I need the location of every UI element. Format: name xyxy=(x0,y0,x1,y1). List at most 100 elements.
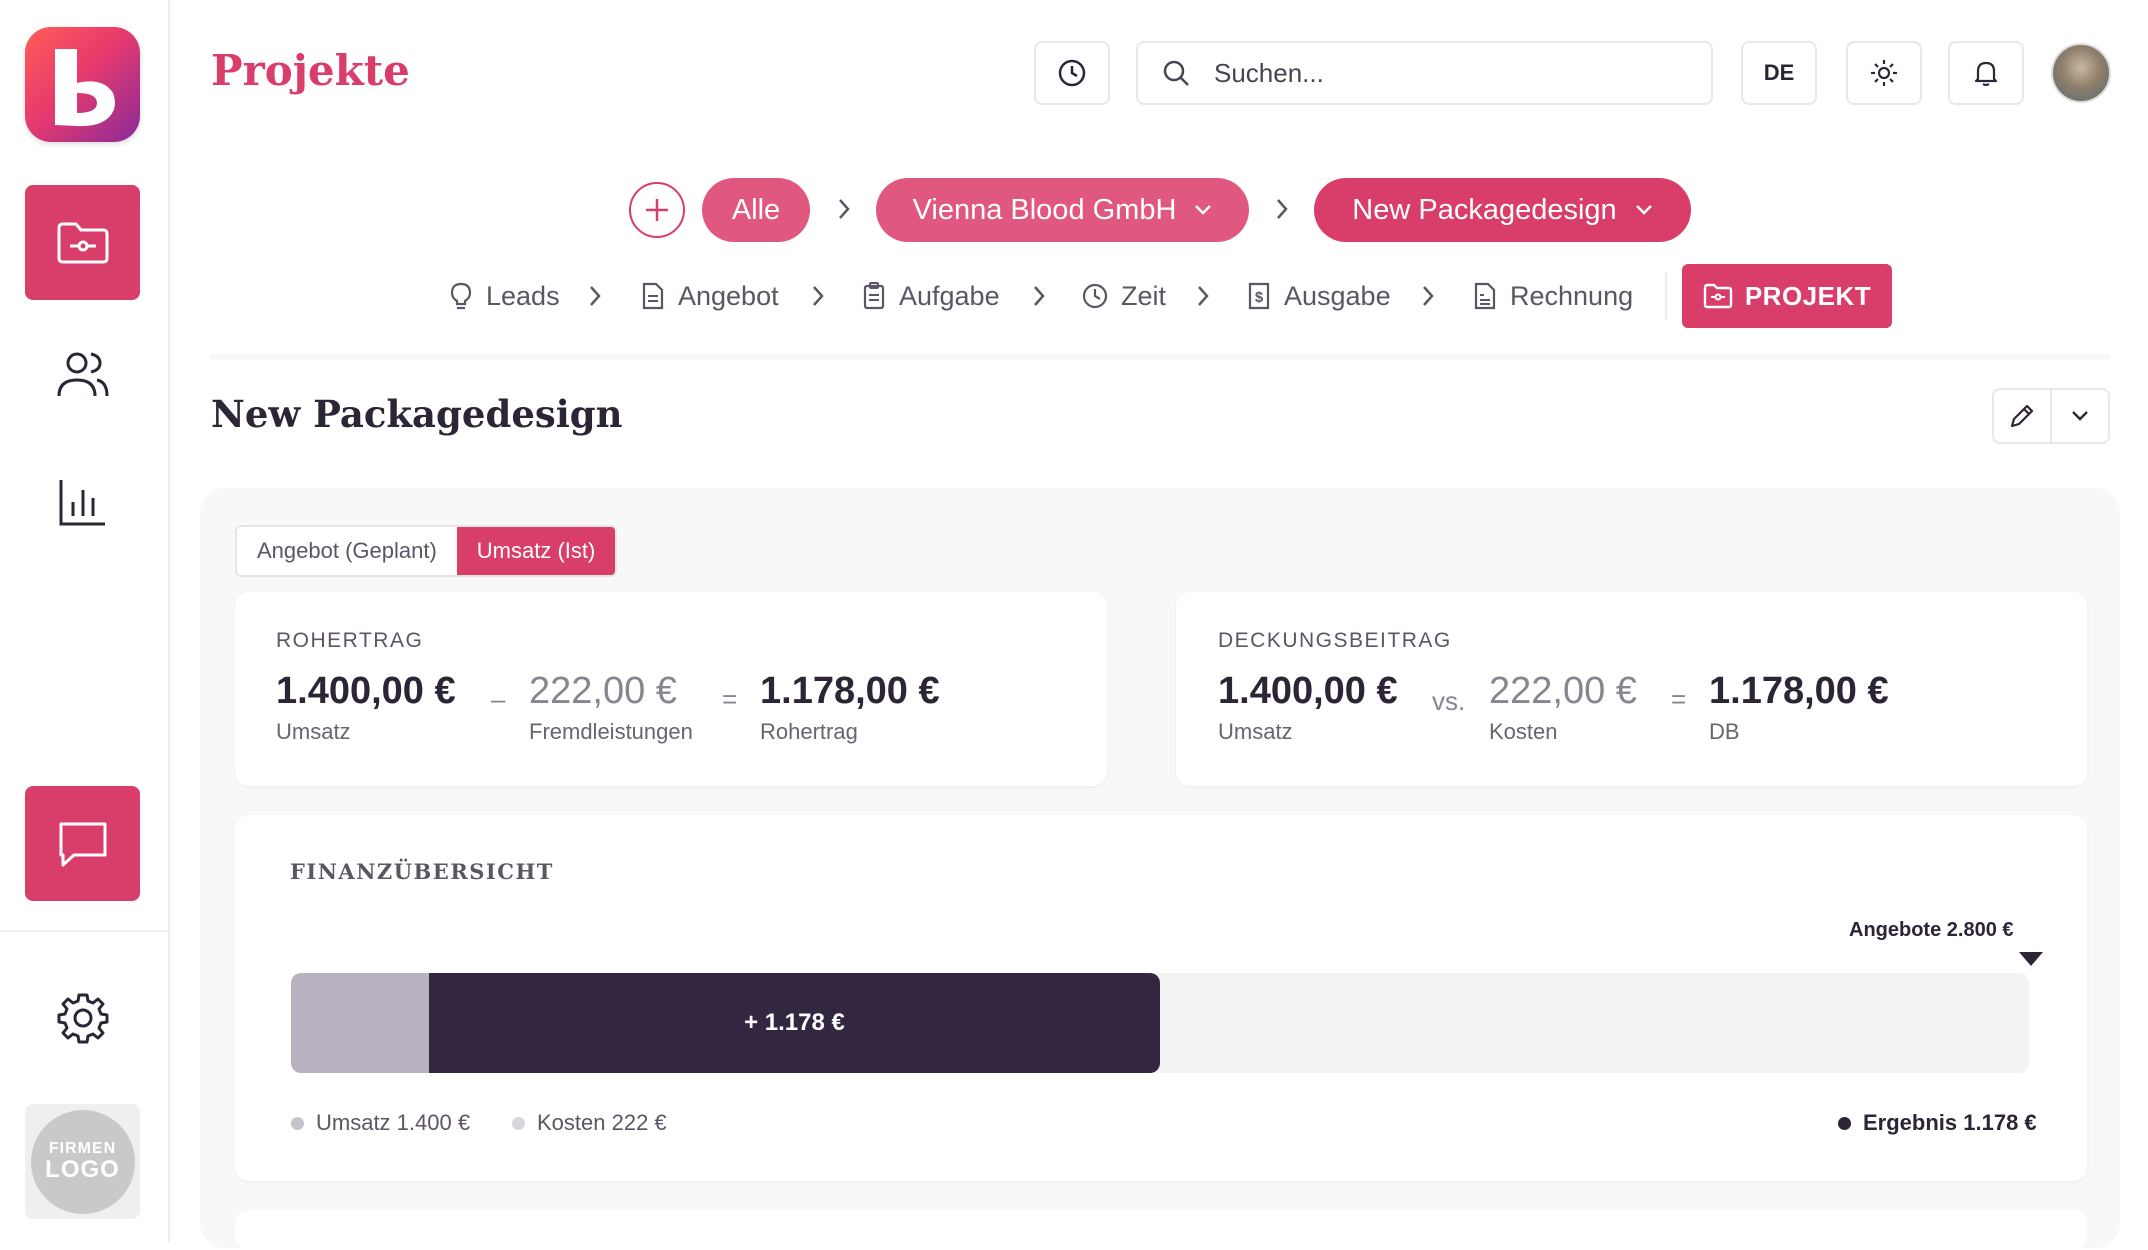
history-button[interactable] xyxy=(1034,41,1110,105)
db-result-label: DB xyxy=(1709,719,1740,744)
chevron-right-icon xyxy=(1034,286,1045,306)
step-rechnung-label: Rechnung xyxy=(1510,280,1634,311)
rohertrag-result-label: Rohertrag xyxy=(760,719,858,744)
sidebar-item-projects[interactable] xyxy=(25,185,140,300)
users-icon xyxy=(57,352,108,396)
sidebar-item-reports[interactable] xyxy=(25,444,140,559)
step-rechnung[interactable]: Rechnung xyxy=(1472,278,1633,314)
step-zeit[interactable]: Zeit xyxy=(1081,278,1166,314)
sidebar-item-chat[interactable] xyxy=(25,786,140,901)
bar-result-segment: + 1.178 € xyxy=(429,973,1160,1073)
tab-umsatz-ist[interactable]: Umsatz (Ist) xyxy=(456,527,616,575)
firm-logo-line2: LOGO xyxy=(45,1155,120,1183)
language-button[interactable]: DE xyxy=(1741,41,1817,105)
legend-kosten: Kosten 222 € xyxy=(512,1110,667,1136)
invoice-icon xyxy=(1474,282,1496,310)
projekt-button-label: PROJEKT xyxy=(1744,280,1872,311)
db-umsatz: 1.400,00 € Umsatz xyxy=(1218,670,1398,745)
rohertrag-umsatz-label: Umsatz xyxy=(276,719,351,744)
breadcrumb-all[interactable]: Alle xyxy=(702,178,810,242)
chevron-right-icon xyxy=(813,286,824,306)
breadcrumb-project-label: New Packagedesign xyxy=(1352,193,1617,226)
page-title: Projekte xyxy=(211,46,410,95)
sidebar: FIRMEN LOGO xyxy=(0,0,170,1242)
db-kosten-value: 222,00 € xyxy=(1489,670,1637,712)
rohertrag-fremd: 222,00 € Fremdleistungen xyxy=(529,670,693,745)
step-leads[interactable]: Leads xyxy=(448,278,560,314)
plus-icon xyxy=(646,199,668,221)
header-divider xyxy=(211,354,2109,360)
projekt-button[interactable]: PROJEKT xyxy=(1682,264,1892,328)
chevron-down-icon xyxy=(2072,411,2088,421)
language-label: DE xyxy=(1763,60,1795,85)
legend-result: Ergebnis 1.178 € xyxy=(1838,1110,2037,1136)
sidebar-item-contacts[interactable] xyxy=(25,316,140,431)
deckungsbeitrag-label: DECKUNGSBEITRAG xyxy=(1218,629,1452,652)
pencil-icon xyxy=(2010,404,2034,428)
angebote-marker xyxy=(2019,952,2043,966)
tab-angebot-geplant[interactable]: Angebot (Geplant) xyxy=(237,527,457,575)
folder-icon xyxy=(57,222,108,263)
bell-icon xyxy=(1974,61,1998,87)
breadcrumb-project[interactable]: New Packagedesign xyxy=(1314,178,1691,242)
minus-operator: – xyxy=(491,684,506,714)
steps-divider xyxy=(1665,272,1667,320)
project-actions xyxy=(1992,388,2110,444)
firm-logo-badge: FIRMEN LOGO xyxy=(30,1109,135,1214)
notifications-button[interactable] xyxy=(1948,41,2024,105)
bar-cost-segment xyxy=(291,973,429,1073)
rohertrag-umsatz-value: 1.400,00 € xyxy=(276,670,456,712)
more-actions-button[interactable] xyxy=(2050,390,2108,442)
search-icon xyxy=(1163,60,1189,86)
legend-umsatz: Umsatz 1.400 € xyxy=(291,1110,470,1136)
gear-icon xyxy=(57,993,108,1043)
edit-button[interactable] xyxy=(1994,390,2050,442)
step-ausgabe-label: Ausgabe xyxy=(1284,280,1391,311)
firm-logo[interactable]: FIRMEN LOGO xyxy=(25,1104,140,1219)
breadcrumb-all-label: Alle xyxy=(731,193,781,226)
app-logo[interactable] xyxy=(25,27,140,142)
step-zeit-label: Zeit xyxy=(1121,280,1167,311)
rohertrag-fremd-label: Fremdleistungen xyxy=(529,719,693,744)
step-angebot[interactable]: Angebot xyxy=(640,278,779,314)
db-result: 1.178,00 € DB xyxy=(1709,670,1889,745)
breadcrumb-client-label: Vienna Blood GmbH xyxy=(912,193,1177,226)
clock-icon xyxy=(1058,59,1086,87)
chevron-right-icon xyxy=(1198,286,1209,306)
step-aufgabe-label: Aufgabe xyxy=(899,280,1000,311)
tab-group: Angebot (Geplant) Umsatz (Ist) xyxy=(235,525,618,577)
breadcrumb-client[interactable]: Vienna Blood GmbH xyxy=(876,178,1249,242)
receipt-icon: $ xyxy=(1248,282,1270,310)
search-input[interactable] xyxy=(1212,56,1676,90)
vs-operator: vs. xyxy=(1432,686,1466,716)
step-aufgabe[interactable]: Aufgabe xyxy=(861,278,1000,314)
sun-icon xyxy=(1871,60,1897,86)
svg-text:$: $ xyxy=(1255,289,1264,306)
angebote-label: Angebote 2.800 € xyxy=(1849,919,2014,941)
search-box[interactable] xyxy=(1136,41,1713,105)
sidebar-item-settings[interactable] xyxy=(25,960,140,1075)
folder-icon xyxy=(1703,283,1733,309)
legend-umsatz-label: Umsatz 1.400 € xyxy=(316,1110,471,1135)
legend-umsatz-dot xyxy=(291,1116,304,1130)
db-kosten: 222,00 € Kosten xyxy=(1489,670,1637,745)
chevron-right-icon xyxy=(1423,286,1434,306)
rohertrag-label: ROHERTRAG xyxy=(276,629,424,652)
document-icon xyxy=(642,282,664,310)
db-kosten-label: Kosten xyxy=(1489,719,1558,744)
db-result-value: 1.178,00 € xyxy=(1709,670,1889,712)
lightbulb-icon xyxy=(450,282,472,310)
equals-operator: = xyxy=(1671,684,1687,714)
theme-toggle-button[interactable] xyxy=(1846,41,1922,105)
step-ausgabe[interactable]: $ Ausgabe xyxy=(1246,278,1391,314)
legend-kosten-label: Kosten 222 € xyxy=(537,1110,667,1135)
chevron-right-icon xyxy=(839,199,850,219)
add-button[interactable] xyxy=(629,182,685,238)
clipboard-icon xyxy=(863,282,885,310)
finance-bar: + 1.178 € xyxy=(291,973,2029,1073)
rohertrag-result-value: 1.178,00 € xyxy=(760,670,940,712)
chevron-right-icon xyxy=(1277,199,1288,219)
user-avatar[interactable] xyxy=(2051,43,2111,103)
legend-kosten-dot xyxy=(512,1116,525,1130)
step-angebot-label: Angebot xyxy=(678,280,779,311)
